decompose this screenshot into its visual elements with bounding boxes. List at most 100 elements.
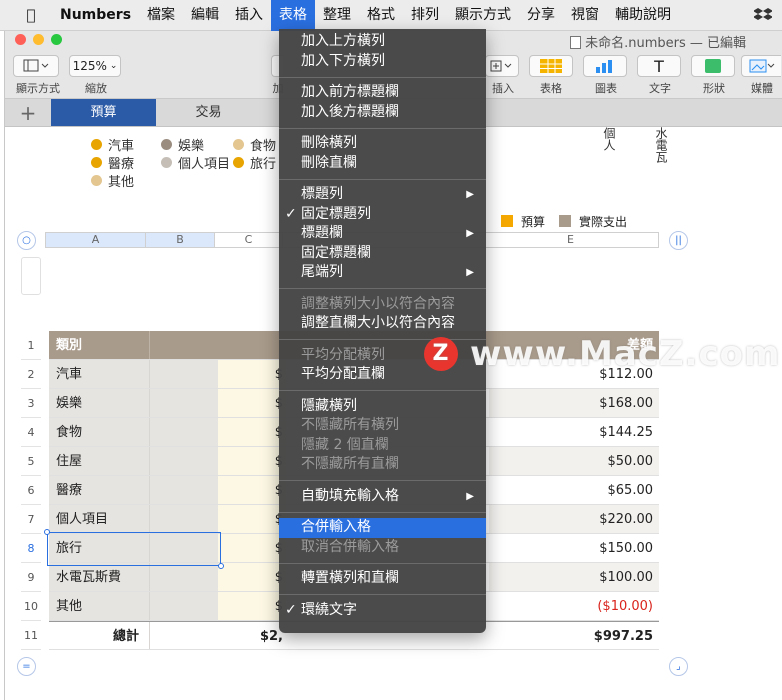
chart-tool[interactable]: 圖表 bbox=[583, 55, 629, 96]
table-cell[interactable] bbox=[149, 592, 218, 620]
row-number[interactable]: 8 bbox=[21, 534, 41, 563]
row-number[interactable]: 6 bbox=[21, 476, 41, 505]
sidebar-view-icon[interactable] bbox=[13, 55, 59, 77]
menu-item-freeze-header-rows[interactable]: ✓ 固定標題列 bbox=[279, 205, 486, 225]
row-number[interactable]: 1 bbox=[21, 331, 41, 360]
row-number[interactable]: 5 bbox=[21, 447, 41, 476]
diff-cell[interactable]: $168.00 bbox=[489, 389, 659, 417]
media-tool[interactable]: 媒體 bbox=[741, 55, 782, 96]
table-cell[interactable] bbox=[149, 476, 218, 504]
menu-arrange[interactable]: 排列 bbox=[403, 0, 447, 31]
row-number[interactable]: 9 bbox=[21, 563, 41, 592]
menu-table[interactable]: 表格 bbox=[271, 0, 316, 31]
selection-handle[interactable] bbox=[218, 563, 224, 569]
category-cell[interactable]: 醫療 bbox=[49, 476, 149, 504]
row-number[interactable]: 7 bbox=[21, 505, 41, 534]
category-cell[interactable]: 其他 bbox=[49, 592, 149, 620]
menu-view[interactable]: 顯示方式 bbox=[447, 0, 519, 31]
menu-item-add-row-above[interactable]: 加入上方橫列 bbox=[279, 32, 486, 52]
menu-item-fit-columns[interactable]: 調整直欄大小以符合內容 bbox=[279, 314, 486, 334]
menu-item-delete-row[interactable]: 刪除橫列 bbox=[279, 134, 486, 154]
budget-cell[interactable]: $ bbox=[218, 592, 286, 620]
view-tool[interactable]: 顯示方式 bbox=[13, 55, 63, 96]
diff-cell[interactable]: $220.00 bbox=[489, 505, 659, 533]
menu-item-wrap-text[interactable]: ✓ 環繞文字 bbox=[279, 601, 486, 621]
column-header-c[interactable]: C bbox=[215, 233, 283, 247]
diff-cell[interactable]: $100.00 bbox=[489, 563, 659, 591]
menu-item-header-rows[interactable]: 標題列 ▶ bbox=[279, 185, 486, 205]
menu-help[interactable]: 輔助說明 bbox=[607, 0, 679, 31]
row-number[interactable]: 11 bbox=[21, 621, 41, 650]
menu-item-add-column-after[interactable]: 加入後方標題欄 bbox=[279, 103, 486, 123]
category-cell[interactable]: 水電瓦斯費 bbox=[49, 563, 149, 591]
table-cell[interactable] bbox=[149, 360, 218, 388]
add-row-handle[interactable]: = bbox=[17, 657, 36, 676]
menu-item-autofill-cells[interactable]: 自動填充輸入格 ▶ bbox=[279, 487, 486, 507]
budget-cell[interactable]: $ bbox=[218, 447, 286, 475]
budget-cell[interactable]: $ bbox=[218, 505, 286, 533]
budget-cell[interactable]: $ bbox=[218, 360, 286, 388]
category-cell[interactable]: 汽車 bbox=[49, 360, 149, 388]
close-button[interactable] bbox=[15, 34, 26, 45]
header-cell[interactable] bbox=[149, 331, 218, 359]
category-cell[interactable]: 住屋 bbox=[49, 447, 149, 475]
category-cell[interactable]: 娛樂 bbox=[49, 389, 149, 417]
menu-item-hide-row[interactable]: 隱藏橫列 bbox=[279, 397, 486, 417]
budget-cell[interactable]: $ bbox=[218, 418, 286, 446]
header-category[interactable]: 類別 bbox=[49, 331, 149, 359]
tab-budget[interactable]: 預算 bbox=[51, 99, 156, 126]
category-cell[interactable]: 食物 bbox=[49, 418, 149, 446]
menu-app-numbers[interactable]: Numbers bbox=[52, 0, 139, 31]
budget-cell[interactable]: $ bbox=[218, 534, 286, 562]
table-cell[interactable] bbox=[149, 505, 218, 533]
table-tool[interactable]: 表格 bbox=[529, 55, 573, 96]
diff-cell[interactable]: $150.00 bbox=[489, 534, 659, 562]
row-number[interactable]: 2 bbox=[21, 360, 41, 389]
diff-cell[interactable]: $65.00 bbox=[489, 476, 659, 504]
budget-cell[interactable]: $ bbox=[218, 389, 286, 417]
add-column-handle[interactable]: || bbox=[669, 231, 688, 250]
apple-icon[interactable]:  bbox=[16, 6, 46, 24]
diff-cell[interactable]: $50.00 bbox=[489, 447, 659, 475]
menu-file[interactable]: 檔案 bbox=[139, 0, 183, 31]
menu-item-add-column-before[interactable]: 加入前方標題欄 bbox=[279, 83, 486, 103]
chart-icon[interactable] bbox=[583, 55, 627, 77]
zoom-select[interactable]: 125% ⌄ bbox=[69, 55, 121, 77]
selection-handle[interactable] bbox=[44, 529, 50, 535]
menu-item-transpose[interactable]: 轉置橫列和直欄 bbox=[279, 569, 486, 589]
select-table-handle[interactable]: ○ bbox=[17, 231, 36, 250]
shape-tool[interactable]: 形狀 bbox=[691, 55, 737, 96]
shape-icon[interactable] bbox=[691, 55, 735, 77]
header-cell[interactable] bbox=[218, 331, 286, 359]
menu-item-footer-rows[interactable]: 尾端列 ▶ bbox=[279, 263, 486, 283]
menu-organize[interactable]: 整理 bbox=[315, 0, 359, 31]
menu-edit[interactable]: 編輯 bbox=[183, 0, 227, 31]
menu-item-merge-cells[interactable]: 合併輸入格 bbox=[279, 518, 486, 538]
add-sheet-button[interactable]: + bbox=[5, 99, 51, 126]
insert-icon[interactable] bbox=[485, 55, 519, 77]
text-icon[interactable]: T bbox=[637, 55, 681, 77]
menu-insert[interactable]: 插入 bbox=[227, 0, 271, 31]
text-tool[interactable]: T 文字 bbox=[637, 55, 683, 96]
menu-format[interactable]: 格式 bbox=[359, 0, 403, 31]
total-label-cell[interactable]: 總計 bbox=[49, 622, 149, 649]
row-number[interactable]: 4 bbox=[21, 418, 41, 447]
budget-cell[interactable]: $ bbox=[218, 476, 286, 504]
menu-item-header-columns[interactable]: 標題欄 ▶ bbox=[279, 224, 486, 244]
table-icon[interactable] bbox=[529, 55, 573, 77]
menu-window[interactable]: 視窗 bbox=[563, 0, 607, 31]
menu-item-freeze-header-columns[interactable]: 固定標題欄 bbox=[279, 244, 486, 264]
tab-transactions[interactable]: 交易 bbox=[156, 99, 261, 126]
row-number[interactable]: 10 bbox=[21, 592, 41, 621]
zoom-tool[interactable]: 125% ⌄ 縮放 bbox=[69, 55, 123, 96]
selected-cell-range[interactable] bbox=[44, 529, 224, 569]
table-cell[interactable] bbox=[149, 389, 218, 417]
menu-item-add-row-below[interactable]: 加入下方橫列 bbox=[279, 52, 486, 72]
zoom-button[interactable] bbox=[51, 34, 62, 45]
total-diff-cell[interactable]: $997.25 bbox=[489, 622, 659, 649]
total-budget-cell[interactable]: $2, bbox=[218, 622, 286, 649]
diff-cell[interactable]: $144.25 bbox=[489, 418, 659, 446]
dropbox-icon[interactable] bbox=[753, 6, 773, 26]
table-cell[interactable] bbox=[149, 418, 218, 446]
media-icon[interactable] bbox=[741, 55, 781, 77]
